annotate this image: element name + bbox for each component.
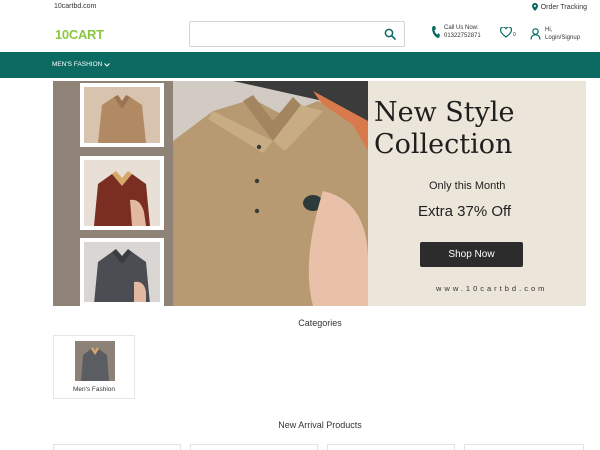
wishlist-button[interactable]: 0 — [500, 27, 516, 38]
banner-website: www.10cartbd.com — [436, 284, 548, 293]
banner-product-photo — [173, 81, 368, 306]
chevron-down-icon — [104, 62, 111, 67]
categories-title: Categories — [298, 318, 342, 328]
header: 10CART Call Us Now: 01322752871 0 Hi, Lo… — [0, 16, 600, 52]
shop-now-button[interactable]: Shop Now — [420, 242, 523, 267]
phone-icon — [432, 26, 440, 38]
banner-thumbnail-column — [53, 81, 173, 306]
banner-thumbnail-tan-polo — [80, 83, 164, 147]
banner-subline: Only this Month — [429, 180, 506, 192]
nav-item-label: MEN'S FASHION — [52, 61, 103, 68]
banner-headline-line1: New Style — [374, 97, 515, 128]
banner-thumbnail-maroon-polo — [80, 156, 164, 230]
category-image — [75, 341, 115, 381]
top-bar: 10cartbd.com Order Tracking — [0, 0, 600, 16]
site-domain: 10cartbd.com — [54, 3, 97, 10]
nav-item-mens-fashion[interactable]: MEN'S FASHION — [52, 61, 111, 68]
wishlist-count: 0 — [513, 32, 516, 38]
hero-banner[interactable]: New Style Collection Only this Month Ext… — [53, 81, 586, 306]
main-nav: MEN'S FASHION — [0, 52, 600, 78]
product-card[interactable] — [190, 444, 318, 450]
call-number: 01322752871 — [444, 33, 481, 39]
banner-headline-line2: Collection — [374, 129, 513, 160]
product-card[interactable] — [464, 444, 584, 450]
product-card[interactable] — [53, 444, 181, 450]
user-icon — [530, 28, 541, 40]
category-card-mens-fashion[interactable]: Men's Fashion — [53, 335, 135, 399]
logo[interactable]: 10CART — [55, 27, 104, 42]
new-arrivals-title: New Arrival Products — [278, 420, 362, 430]
banner-thumbnail-grey-polo — [80, 238, 164, 306]
location-pin-icon — [531, 3, 538, 11]
account-action: Login/Signup — [545, 35, 581, 41]
account-link[interactable]: Hi, Login/Signup — [530, 26, 580, 42]
category-label: Men's Fashion — [72, 386, 116, 393]
banner-offer: Extra 37% Off — [418, 203, 512, 220]
account-greeting: Hi, — [545, 27, 553, 33]
search-box — [189, 21, 405, 47]
search-icon[interactable] — [384, 28, 396, 40]
order-tracking-label: Order Tracking — [540, 3, 587, 11]
order-tracking-link[interactable]: Order Tracking — [531, 3, 587, 11]
product-card[interactable] — [327, 444, 455, 450]
search-input[interactable] — [196, 26, 376, 42]
call-us[interactable]: Call Us Now: 01322752871 — [431, 24, 481, 40]
heart-icon — [500, 27, 512, 38]
call-label: Call Us Now: — [444, 25, 479, 31]
banner-headline: New Style Collection — [374, 97, 515, 161]
